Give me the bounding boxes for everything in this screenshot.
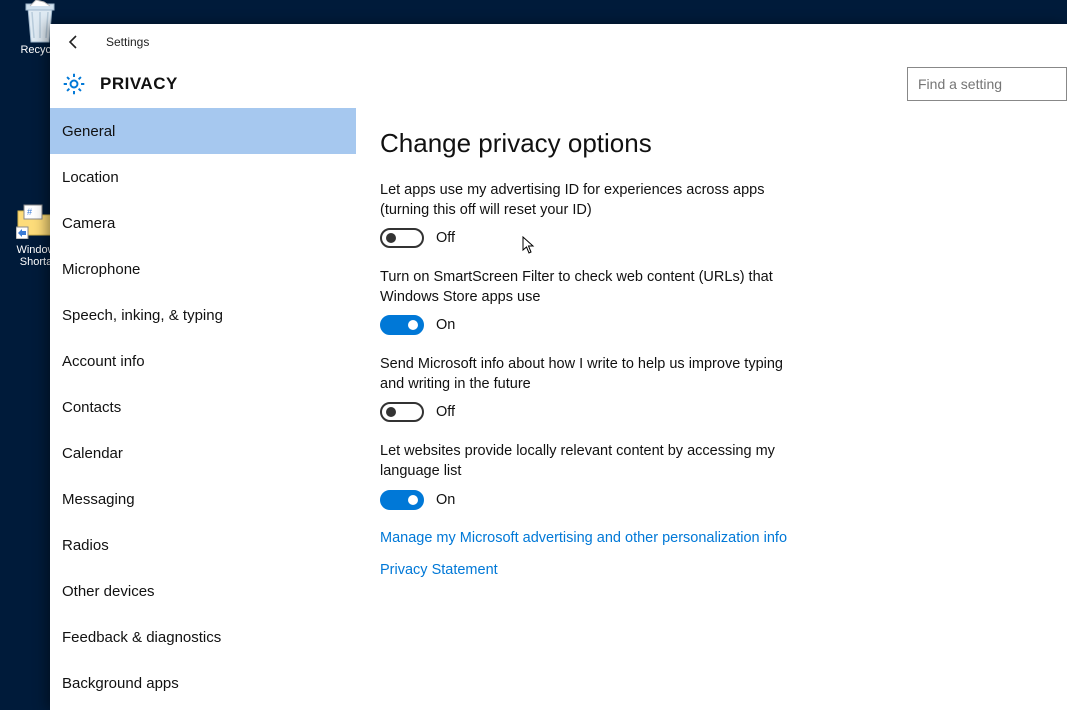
- privacy-option: Let websites provide locally relevant co…: [380, 442, 800, 509]
- header-row: PRIVACY: [50, 60, 1067, 108]
- sidebar-item-location[interactable]: Location: [50, 154, 356, 200]
- sidebar-item-label: Account info: [62, 353, 145, 370]
- toggle-switch[interactable]: [380, 490, 424, 510]
- sidebar-item-label: Radios: [62, 537, 109, 554]
- sidebar-item-calendar[interactable]: Calendar: [50, 430, 356, 476]
- window-title: Settings: [106, 35, 149, 49]
- search-input[interactable]: [907, 67, 1067, 101]
- toggle-knob: [386, 407, 396, 417]
- titlebar: Settings: [50, 24, 1067, 60]
- sidebar-item-label: Camera: [62, 215, 115, 232]
- link-manage-my-microsoft-advertising-and-othe[interactable]: Manage my Microsoft advertising and othe…: [380, 530, 1037, 546]
- sidebar-item-feedback-diagnostics[interactable]: Feedback & diagnostics: [50, 614, 356, 660]
- content-heading: Change privacy options: [380, 128, 1037, 159]
- back-button[interactable]: [62, 30, 86, 54]
- toggle-state-label: Off: [436, 230, 455, 246]
- toggle-state-label: On: [436, 492, 455, 508]
- sidebar-item-contacts[interactable]: Contacts: [50, 384, 356, 430]
- sidebar-item-radios[interactable]: Radios: [50, 522, 356, 568]
- sidebar-item-background-apps[interactable]: Background apps: [50, 660, 356, 706]
- sidebar-item-label: Location: [62, 169, 119, 186]
- link-privacy-statement[interactable]: Privacy Statement: [380, 562, 1037, 578]
- sidebar-item-label: Microphone: [62, 261, 140, 278]
- sidebar-item-speech-inking-typing[interactable]: Speech, inking, & typing: [50, 292, 356, 338]
- toggle-switch[interactable]: [380, 228, 424, 248]
- toggle-row: Off: [380, 228, 800, 248]
- toggle-knob: [386, 233, 396, 243]
- sidebar-item-label: Speech, inking, & typing: [62, 307, 223, 324]
- toggle-state-label: Off: [436, 404, 455, 420]
- privacy-option: Turn on SmartScreen Filter to check web …: [380, 268, 800, 335]
- sidebar-item-label: Contacts: [62, 399, 121, 416]
- gear-icon: [60, 70, 88, 98]
- sidebar-item-other-devices[interactable]: Other devices: [50, 568, 356, 614]
- toggle-switch[interactable]: [380, 402, 424, 422]
- toggle-knob: [408, 320, 418, 330]
- option-description: Let websites provide locally relevant co…: [380, 442, 800, 481]
- sidebar-item-account-info[interactable]: Account info: [50, 338, 356, 384]
- sidebar-item-label: Feedback & diagnostics: [62, 629, 221, 646]
- svg-text:#: #: [27, 207, 32, 217]
- sidebar: General Location Camera Microphone Speech, i…: [50, 108, 356, 710]
- toggle-row: On: [380, 315, 800, 335]
- content-pane: Change privacy options Let apps use my a…: [356, 108, 1067, 710]
- privacy-option: Send Microsoft info about how I write to…: [380, 355, 800, 422]
- sidebar-item-general[interactable]: General: [50, 108, 356, 154]
- sidebar-item-label: General: [62, 123, 115, 140]
- toggle-knob: [408, 495, 418, 505]
- toggle-row: Off: [380, 402, 800, 422]
- toggle-state-label: On: [436, 317, 455, 333]
- toggle-row: On: [380, 490, 800, 510]
- sidebar-item-camera[interactable]: Camera: [50, 200, 356, 246]
- page-title: PRIVACY: [100, 74, 178, 94]
- sidebar-item-label: Other devices: [62, 583, 155, 600]
- option-description: Send Microsoft info about how I write to…: [380, 355, 800, 394]
- sidebar-item-label: Messaging: [62, 491, 135, 508]
- sidebar-item-label: Calendar: [62, 445, 123, 462]
- sidebar-item-microphone[interactable]: Microphone: [50, 246, 356, 292]
- privacy-option: Let apps use my advertising ID for exper…: [380, 181, 800, 248]
- option-description: Turn on SmartScreen Filter to check web …: [380, 268, 800, 307]
- sidebar-item-messaging[interactable]: Messaging: [50, 476, 356, 522]
- settings-window: Settings PRIVACY General Location Camera Mi…: [50, 24, 1067, 710]
- toggle-switch[interactable]: [380, 315, 424, 335]
- sidebar-item-label: Background apps: [62, 675, 179, 692]
- option-description: Let apps use my advertising ID for exper…: [380, 181, 800, 220]
